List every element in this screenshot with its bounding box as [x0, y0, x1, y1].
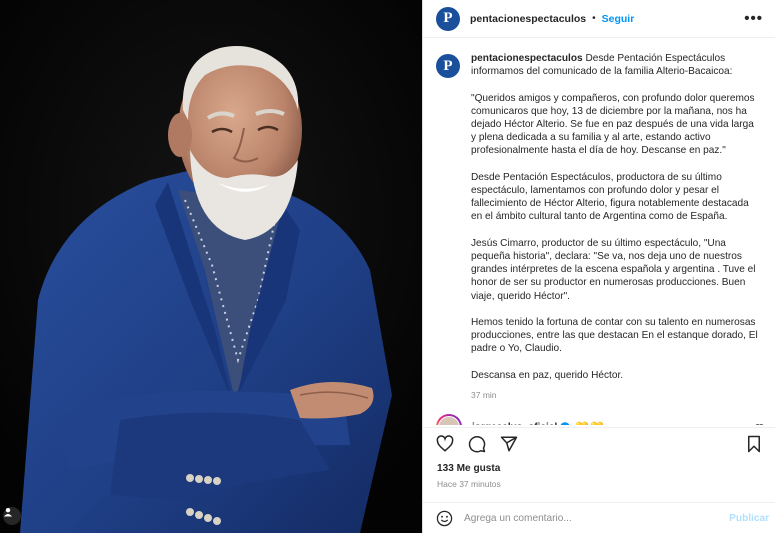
author-avatar[interactable]: P: [436, 6, 460, 31]
follow-button[interactable]: Seguir: [602, 13, 635, 25]
tagged-user-icon[interactable]: [3, 507, 21, 525]
comment-emojis: 💛💛: [575, 421, 604, 425]
post-photo[interactable]: [0, 0, 422, 533]
avatar-letter: P: [443, 57, 453, 74]
caption-paragraph: "Queridos amigos y compañeros, con profu…: [471, 92, 755, 157]
caption-avatar[interactable]: P: [436, 54, 460, 78]
like-count[interactable]: 133 Me gusta: [437, 463, 500, 474]
portrait-illustration: [0, 0, 422, 533]
publish-button[interactable]: Publicar: [729, 513, 769, 524]
comments-area[interactable]: P pentacionespectaculos Desde Pentación …: [423, 40, 775, 425]
commenter-avatar[interactable]: [436, 414, 462, 425]
comment-item: jorgecalvo_oficial 💛💛: [436, 414, 764, 425]
caption-paragraph: Hemos tenido la fortuna de contar con su…: [471, 317, 758, 355]
comment-icon[interactable]: [468, 435, 486, 453]
separator-dot: •: [592, 13, 596, 24]
emoji-icon[interactable]: [436, 510, 453, 527]
caption-body: pentacionespectaculos Desde Pentación Es…: [471, 52, 761, 402]
caption-paragraph: Jesús Cimarro, productor de su último es…: [471, 237, 756, 302]
caption-paragraph: Descansa en paz, querido Héctor.: [471, 369, 624, 381]
action-bar: [423, 427, 775, 459]
caption-timestamp[interactable]: 37 min: [471, 389, 761, 402]
bookmark-icon[interactable]: [745, 435, 763, 453]
more-options-icon[interactable]: •••: [744, 10, 763, 27]
comment-input[interactable]: [464, 512, 730, 524]
add-comment-bar: Publicar: [423, 502, 775, 533]
heart-icon[interactable]: [436, 434, 454, 453]
commenter-username[interactable]: jorgecalvo_oficial: [472, 422, 557, 425]
caption-paragraph: pentacionespectaculos Desde Pentación Es…: [471, 52, 761, 78]
caption: P pentacionespectaculos Desde Pentación …: [436, 52, 762, 402]
comment-like-heart-icon[interactable]: [755, 424, 764, 425]
post-side-panel: P pentacionespectaculos • Seguir ••• P p…: [422, 0, 775, 533]
post-header: P pentacionespectaculos • Seguir •••: [423, 0, 775, 38]
caption-username[interactable]: pentacionespectaculos: [471, 53, 583, 64]
avatar-letter: P: [443, 10, 453, 26]
share-icon[interactable]: [500, 435, 518, 453]
caption-paragraph: Desde Pentación Espectáculos, productora…: [471, 171, 749, 223]
verified-badge-icon: [561, 422, 570, 425]
author-username[interactable]: pentacionespectaculos: [470, 13, 586, 25]
post-timestamp[interactable]: Hace 37 minutos: [437, 479, 501, 489]
